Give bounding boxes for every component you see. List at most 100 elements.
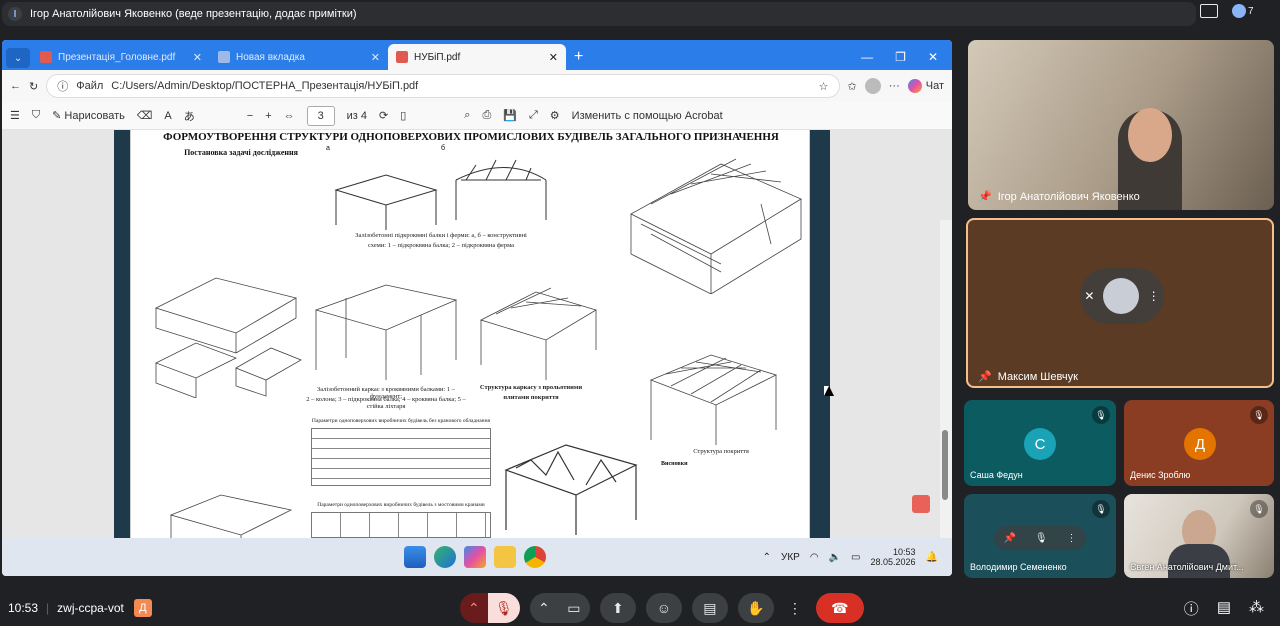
mic-off-icon: 🎙 [1250,500,1268,518]
url-field[interactable]: ⓘ Файл C:/Users/Admin/Desktop/ПОСТЕРНА_П… [46,74,840,98]
participant-tile-5[interactable]: 📌 🎙 ⋮ 🎙 Володимир Семененко [964,494,1116,578]
restore-icon[interactable]: ❐ [895,50,906,64]
rotate-icon[interactable]: ⟳ [379,109,388,122]
leave-call-button[interactable]: ☎ [815,593,864,623]
wifi-icon[interactable]: ◠ [810,552,819,563]
highlight-icon[interactable]: ⛉ [32,109,40,122]
edge-icon[interactable] [434,546,456,568]
star-icon[interactable]: ☆ [819,80,829,93]
more-options-button[interactable]: ⋮ [784,593,806,623]
more-vert-icon[interactable]: ⋮ [1067,533,1077,544]
participant-name-4: Денис Зроблю [1130,470,1191,480]
read-aloud-icon[interactable]: A [164,110,171,122]
language-indicator[interactable]: УКР [781,552,800,563]
info-icon[interactable]: ⓘ [1184,598,1199,619]
mic-off-icon: 🎙 [1092,500,1110,518]
captions-button[interactable]: ▤ [691,593,728,623]
page-number-input[interactable]: 3 [306,105,335,126]
more-vert-icon[interactable]: ⋮ [1148,289,1160,303]
participant-tile-4[interactable]: Д 🎙 Денис Зроблю [1124,400,1274,486]
browser-tab-bar: ⌄ Презентація_Головне.pdf ✕ Новая вкладка… [2,40,952,70]
windows-start-icon[interactable] [404,546,426,568]
present-button[interactable]: ⬆ [599,593,636,623]
tile-hover-controls[interactable]: ✕ ⋮ [1080,268,1164,324]
unpin-icon[interactable]: ✕ [1084,289,1094,303]
battery-icon[interactable]: ▭ [851,552,860,563]
mic-options-button[interactable]: ⌃ [459,593,488,623]
participant-tile-3[interactable]: С 🎙 Саша Федун [964,400,1116,486]
pdf-icon [396,51,408,63]
caption-1b: схеми: 1 – підкроквяна балка; 2 – підкро… [367,242,515,249]
tile-hover-controls[interactable]: 📌 🎙 ⋮ [994,526,1086,550]
close-icon[interactable]: ✕ [193,51,202,64]
expand-icon[interactable]: ⤢ [529,109,538,122]
chrome-icon[interactable] [524,546,546,568]
page-total: из 4 [346,109,367,122]
eraser-icon[interactable]: ⌫ [137,109,153,122]
participant-tile-2[interactable]: ✕ ⋮ 📌 Максим Шевчук [966,218,1274,388]
pin-icon[interactable]: 📌 [1003,533,1015,544]
draw-button[interactable]: ✎ Нарисовать [52,109,125,122]
participant-tile-1[interactable]: 📌 Ігор Анатолійович Яковенко [968,40,1274,210]
stop-presenting-icon[interactable] [1200,4,1218,18]
newtab-icon [218,51,230,63]
people-count: 7 [1248,5,1254,17]
tray-chevron-icon[interactable]: ⌃ [763,552,771,563]
mic-off-icon: 🎙 [1092,406,1110,424]
tab-3[interactable]: НУБіП.pdf ✕ [388,44,566,70]
search-icon[interactable]: ⌕ [464,109,470,122]
more-icon[interactable]: ··· [889,80,900,92]
activities-icon[interactable]: ⁂ [1249,598,1264,619]
pin-icon: 📌 [978,371,992,383]
scrollbar[interactable] [940,220,952,576]
mic-off-icon[interactable]: 🎙 [1035,533,1048,544]
caption-3b: плитами покриття [503,394,559,401]
translate-icon[interactable]: あ [184,108,195,124]
favorites-icon[interactable]: ✩ [848,80,857,93]
copilot-icon[interactable] [464,546,486,568]
tab-2[interactable]: Новая вкладка ✕ [210,44,388,70]
chat-icon[interactable]: ▤ [1217,598,1231,619]
page-view-icon[interactable]: ▯ [400,109,406,122]
mic-off-icon: 🎙 [1250,406,1268,424]
scrollbar-thumb[interactable] [942,430,948,500]
explorer-icon[interactable] [494,546,516,568]
fit-page-icon[interactable]: ⇔ [284,110,295,122]
emoji-button[interactable]: ☺ [645,593,682,623]
back-icon[interactable]: ← [10,80,21,92]
zoom-in-button[interactable]: + [265,110,271,122]
tab-menu[interactable]: ⌄ [6,48,30,68]
close-window-icon[interactable]: ✕ [928,50,938,64]
volume-icon[interactable]: 🔈 [829,552,841,563]
table2 [311,512,491,538]
close-icon[interactable]: ✕ [371,51,380,64]
clock[interactable]: 10:53 28.05.2026 [871,547,916,567]
print-icon[interactable]: ⎙ [482,109,491,122]
profile-icon[interactable] [864,78,881,94]
close-icon[interactable]: ✕ [549,51,558,64]
acrobat-button[interactable]: Изменить с помощью Acrobat [572,110,723,122]
minimize-icon[interactable]: — [861,50,873,64]
zoom-out-button[interactable]: − [247,110,253,122]
acrobat-icon[interactable] [912,495,930,513]
self-avatar[interactable]: Д [133,599,152,617]
people-icon[interactable]: 7 [1232,4,1254,18]
new-tab-button[interactable]: + [566,44,591,70]
participant-tile-6[interactable]: 🎙 Євген Анатолійович Дмит... [1124,494,1274,578]
camera-button[interactable]: ▭ [557,593,590,623]
contents-icon[interactable]: ☰ [10,109,20,122]
address-bar: ← ↻ ⓘ Файл C:/Users/Admin/Desktop/ПОСТЕР… [2,70,952,102]
settings-icon[interactable]: ⚙ [550,109,560,122]
refresh-icon[interactable]: ↻ [29,80,38,93]
mic-off-button[interactable]: 🎙 [487,593,520,623]
participant-name-2: 📌 Максим Шевчук [978,370,1078,384]
save-icon[interactable]: 💾 [503,109,517,122]
camera-options-button[interactable]: ⌃ [529,593,558,623]
copilot-chat-button[interactable]: Чат [907,79,944,93]
meeting-code[interactable]: zwj-ccpa-vot [57,601,124,615]
raise-hand-button[interactable]: ✋ [737,593,774,623]
tab-1[interactable]: Презентація_Головне.pdf ✕ [32,44,210,70]
notification-icon[interactable]: 🔔 [926,552,938,563]
building-isometric-drawing [630,158,802,294]
pdf-viewport[interactable]: ФОРМОУТВОРЕННЯ СТРУКТУРИ ОДНОПОВЕРХОВИХ … [2,130,952,576]
